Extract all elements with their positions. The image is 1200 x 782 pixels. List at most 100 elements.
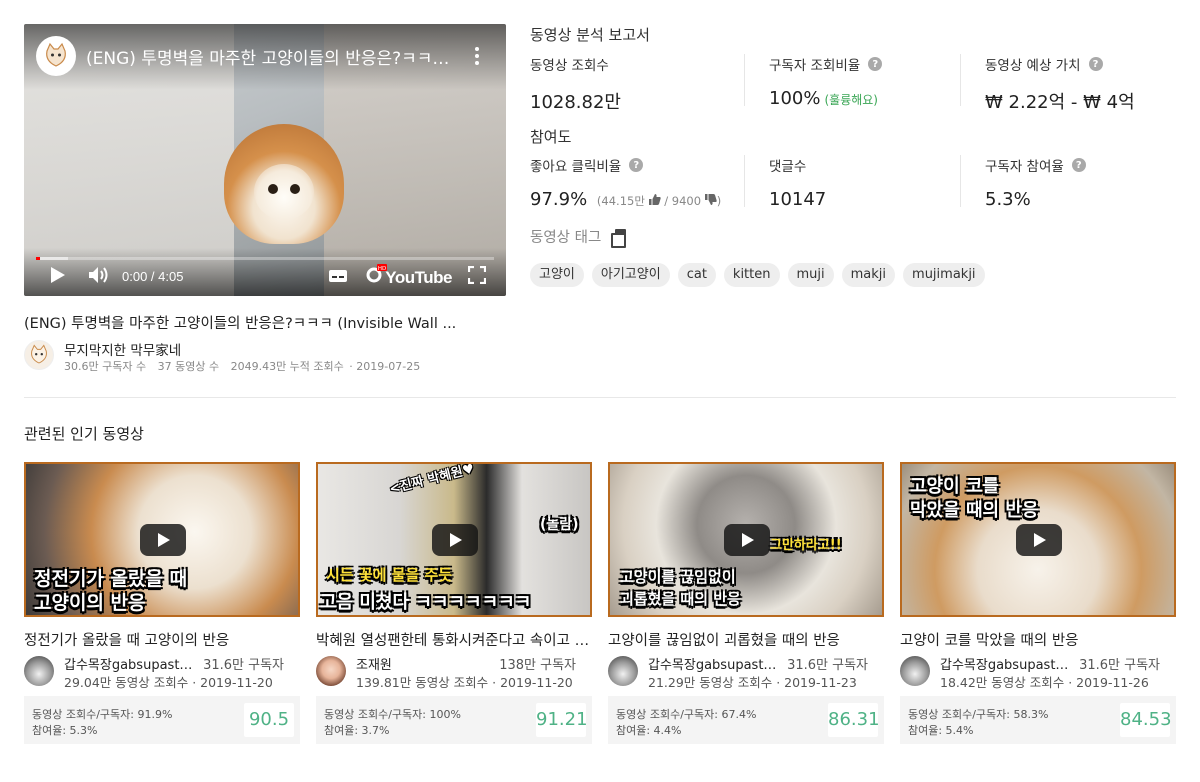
player-channel-avatar[interactable] (36, 36, 76, 76)
thumbnail-caption: 고양이를 끊임없이 (620, 568, 736, 586)
thumbnail-caption: 고음 미쳤다 ㅋㅋㅋㅋㅋㅋㅋ (320, 592, 532, 613)
like-count-text: (44.15만 (596, 194, 645, 208)
thumbnail-caption: 막았을 때의 반응 (910, 500, 1039, 521)
related-video-meta: 29.04만 동영상 조회수 · 2019-11-20 (64, 675, 273, 690)
volume-icon[interactable] (88, 266, 110, 288)
thumbnail-caption: 정전기가 올랐을 때 (34, 568, 188, 590)
related-stat-engagement: 참여율: 5.4% (908, 724, 974, 737)
related-channel-name[interactable]: 갑수목장gabsupasture (940, 654, 1070, 673)
related-video-title[interactable]: 정전기가 올랐을 때 고양이의 반응 (24, 629, 300, 650)
youtube-logo[interactable]: YouTube (385, 268, 452, 288)
tag-chip[interactable]: makji (841, 263, 896, 287)
play-icon[interactable] (50, 266, 66, 288)
video-upload-date: · 2019-07-25 (349, 360, 421, 373)
related-channel-subs: 31.6만 구독자 (787, 658, 868, 673)
related-channel-name[interactable]: 조재원 (356, 654, 486, 673)
related-video-card[interactable]: 고양이 코를 막았을 때의 반응 고양이 코를 막았을 때의 반응 갑수목장ga… (900, 462, 1176, 744)
tag-chip[interactable]: muji (787, 263, 834, 287)
player-scene-cat-face (254, 164, 314, 220)
related-channel-subs: 31.6만 구독자 (203, 658, 284, 673)
section-divider (24, 397, 1176, 398)
related-video-thumbnail[interactable]: 고양이 코를 막았을 때의 반응 (900, 462, 1176, 617)
channel-avatar[interactable] (24, 656, 54, 686)
related-score-box: 동영상 조회수/구독자: 58.3% 참여율: 5.4% 84.53 (900, 696, 1176, 744)
metric-views-value: 1028.82만 (530, 92, 621, 113)
play-icon[interactable] (724, 524, 770, 556)
channel-total-views: 2049.43만 누적 조회수 (230, 360, 344, 373)
metric-comments-value: 10147 (769, 189, 827, 210)
related-score-box: 동영상 조회수/구독자: 91.9% 참여율: 5.3% 90.5 (24, 696, 300, 744)
tag-chip[interactable]: kitten (723, 263, 780, 287)
related-score: 86.31 (828, 703, 880, 737)
player-progress-bar[interactable] (36, 257, 494, 260)
related-video-card[interactable]: <진짜 박혜원♥ (놀람) 시든 꽃에 물을 주듯 고음 미쳤다 ㅋㅋㅋㅋㅋㅋㅋ… (316, 462, 592, 744)
help-icon[interactable]: ? (1088, 57, 1103, 71)
related-stat-ratio: 동영상 조회수/구독자: 67.4% (616, 708, 757, 721)
video-title[interactable]: (ENG) 투명벽을 마주한 고양이들의 반응은?ㅋㅋㅋ (Invisible … (24, 312, 506, 333)
play-icon[interactable] (140, 524, 186, 556)
channel-name[interactable]: 무지막지한 막무家네 (64, 339, 181, 359)
player-buffer-fill (36, 257, 69, 260)
related-stat-engagement: 참여율: 4.4% (616, 724, 682, 737)
related-video-thumbnail[interactable]: <진짜 박혜원♥ (놀람) 시든 꽃에 물을 주듯 고음 미쳤다 ㅋㅋㅋㅋㅋㅋㅋ (316, 462, 592, 617)
channel-avatar[interactable] (900, 656, 930, 686)
thumbnail-caption: 괴롭혔을 때의 반응 (620, 590, 741, 608)
copy-icon[interactable] (611, 228, 627, 248)
fullscreen-icon[interactable] (467, 265, 487, 288)
report-title: 동영상 분석 보고서 (530, 26, 650, 44)
related-video-title[interactable]: 고양이를 끊임없이 괴롭혔을 때의 반응 (608, 629, 884, 650)
related-video-thumbnail[interactable]: 정전기가 올랐을 때 고양이의 반응 (24, 462, 300, 617)
metric-views-label: 동영상 조회수 (530, 58, 609, 74)
metric-divider (744, 155, 745, 207)
tag-chip[interactable]: mujimakji (903, 263, 985, 287)
metric-sub-ratio-label: 구독자 조회비율 (769, 58, 861, 74)
play-icon[interactable] (432, 524, 478, 556)
channel-avatar[interactable] (24, 340, 54, 370)
channel-subscribers: 30.6만 구독자 수 (64, 360, 147, 373)
related-stat-ratio: 동영상 조회수/구독자: 91.9% (32, 708, 173, 721)
player-title[interactable]: (ENG) 투명벽을 마주한 고양이들의 반응은?ㅋㅋㅋ (Invisible … (86, 44, 456, 69)
metric-sub-engagement-value: 5.3% (985, 189, 1031, 210)
related-stat-engagement: 참여율: 5.3% (32, 724, 98, 737)
related-video-title[interactable]: 박혜원 열성팬한테 통화시켜준다고 속이고 직접 만나러 가봤습니다 (316, 629, 592, 650)
metric-sub-engagement-label: 구독자 참여율 (985, 159, 1064, 175)
more-options-icon[interactable] (470, 46, 484, 70)
related-score-box: 동영상 조회수/구독자: 67.4% 참여율: 4.4% 86.31 (608, 696, 884, 744)
thumbnail-caption: 고양이의 반응 (34, 592, 146, 614)
metric-comments: 댓글수 10147 (769, 155, 826, 210)
related-video-card[interactable]: 정전기가 올랐을 때 고양이의 반응 정전기가 올랐을 때 고양이의 반응 갑수… (24, 462, 300, 744)
play-icon[interactable] (1016, 524, 1062, 556)
thumbs-up-icon (648, 194, 661, 205)
like-count-close: ) (716, 194, 722, 208)
channel-avatar[interactable] (316, 656, 346, 686)
player-time: 0:00 / 4:05 (122, 269, 184, 284)
metric-views: 동영상 조회수 1028.82만 (530, 54, 621, 114)
channel-avatar[interactable] (608, 656, 638, 686)
related-video-title[interactable]: 고양이 코를 막았을 때의 반응 (900, 629, 1176, 650)
related-score: 90.5 (244, 703, 294, 737)
related-video-card[interactable]: 그만하라고!! 고양이를 끊임없이 괴롭혔을 때의 반응 고양이를 끊임없이 괴… (608, 462, 884, 744)
help-icon[interactable]: ? (629, 158, 644, 172)
metric-sub-engagement: 구독자 참여율? 5.3% (985, 155, 1086, 210)
thumbnail-caption: 고양이 코를 (910, 476, 1000, 497)
metric-divider (744, 54, 745, 106)
tag-chip[interactable]: 아기고양이 (591, 263, 670, 287)
related-score: 84.53 (1120, 703, 1172, 737)
metric-like-ratio-value: 97.9% (530, 189, 588, 210)
related-video-thumbnail[interactable]: 그만하라고!! 고양이를 끊임없이 괴롭혔을 때의 반응 (608, 462, 884, 617)
metric-like-ratio-label: 좋아요 클릭비율 (530, 159, 622, 175)
metric-sub-ratio: 구독자 조회비율? 100% (훌륭해요) (769, 54, 883, 109)
video-player[interactable]: (ENG) 투명벽을 마주한 고양이들의 반응은?ㅋㅋㅋ (Invisible … (24, 24, 506, 296)
tag-chip[interactable]: cat (677, 263, 716, 287)
subtitles-icon[interactable] (328, 268, 348, 288)
related-channel-subs: 31.6만 구독자 (1079, 658, 1160, 673)
help-icon[interactable]: ? (868, 57, 883, 71)
help-icon[interactable]: ? (1071, 158, 1086, 172)
dislike-count-text: / 9400 (664, 194, 702, 208)
engagement-title: 참여도 (530, 128, 572, 146)
channel-video-count: 37 동영상 수 (157, 360, 220, 373)
related-channel-name[interactable]: 갑수목장gabsupasture (648, 654, 778, 673)
related-channel-name[interactable]: 갑수목장gabsupasture (64, 654, 194, 673)
related-score: 91.21 (536, 703, 588, 737)
tag-chip[interactable]: 고양이 (530, 263, 584, 287)
